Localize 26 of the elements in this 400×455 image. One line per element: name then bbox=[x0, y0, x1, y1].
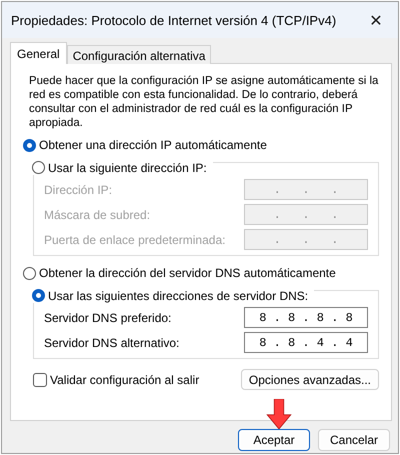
radio-label: Obtener una dirección IP automáticamente bbox=[39, 138, 267, 152]
window-title: Propiedades: Protocolo de Internet versión 4 (TCP/IPv4) bbox=[11, 12, 336, 28]
field-label: Puerta de enlace predeterminada: bbox=[44, 232, 226, 246]
ip-address-field[interactable]: 8 . 8 . 8 . 8 bbox=[244, 307, 368, 328]
field-label: Máscara de subred: bbox=[44, 208, 150, 222]
radio-label: Usar las siguientes direcciones de servidor DNS: bbox=[48, 288, 308, 302]
radio-button[interactable] bbox=[32, 289, 45, 302]
radio-label: Usar la siguiente dirección IP: bbox=[48, 160, 207, 174]
close-button[interactable]: ✕ bbox=[354, 2, 398, 38]
radio-label: Obtener la dirección del servidor DNS automáticamente bbox=[39, 266, 336, 280]
field-label: Dirección IP: bbox=[44, 182, 112, 196]
advanced-options-button[interactable]: Opciones avanzadas... bbox=[240, 369, 379, 390]
checkbox-label: Validar configuración al salir bbox=[50, 372, 200, 386]
radio-button[interactable] bbox=[23, 138, 36, 152]
radio-button[interactable] bbox=[23, 266, 36, 280]
tab[interactable]: Configuración alternativa bbox=[66, 45, 212, 64]
annotation-arrow-icon bbox=[264, 399, 294, 429]
ip-address-field[interactable]: 8 . 8 . 4 . 4 bbox=[244, 332, 368, 353]
field-label: Servidor DNS alternativo: bbox=[44, 336, 180, 350]
description-text: Puede hacer que la configuración IP se asigne automáticamente si la red es compatible con esta funcionalidad. De lo contrario, deberá consultar con el administrador de red cuál es la configuración IP apropiada. bbox=[29, 74, 379, 130]
tab[interactable]: General bbox=[10, 42, 67, 64]
field-label: Servidor DNS preferido: bbox=[44, 310, 172, 324]
radio-button[interactable] bbox=[32, 161, 45, 174]
dialog-button[interactable]: Cancelar bbox=[318, 429, 390, 451]
dialog-button[interactable]: Aceptar bbox=[238, 429, 310, 451]
checkbox[interactable] bbox=[33, 372, 47, 386]
